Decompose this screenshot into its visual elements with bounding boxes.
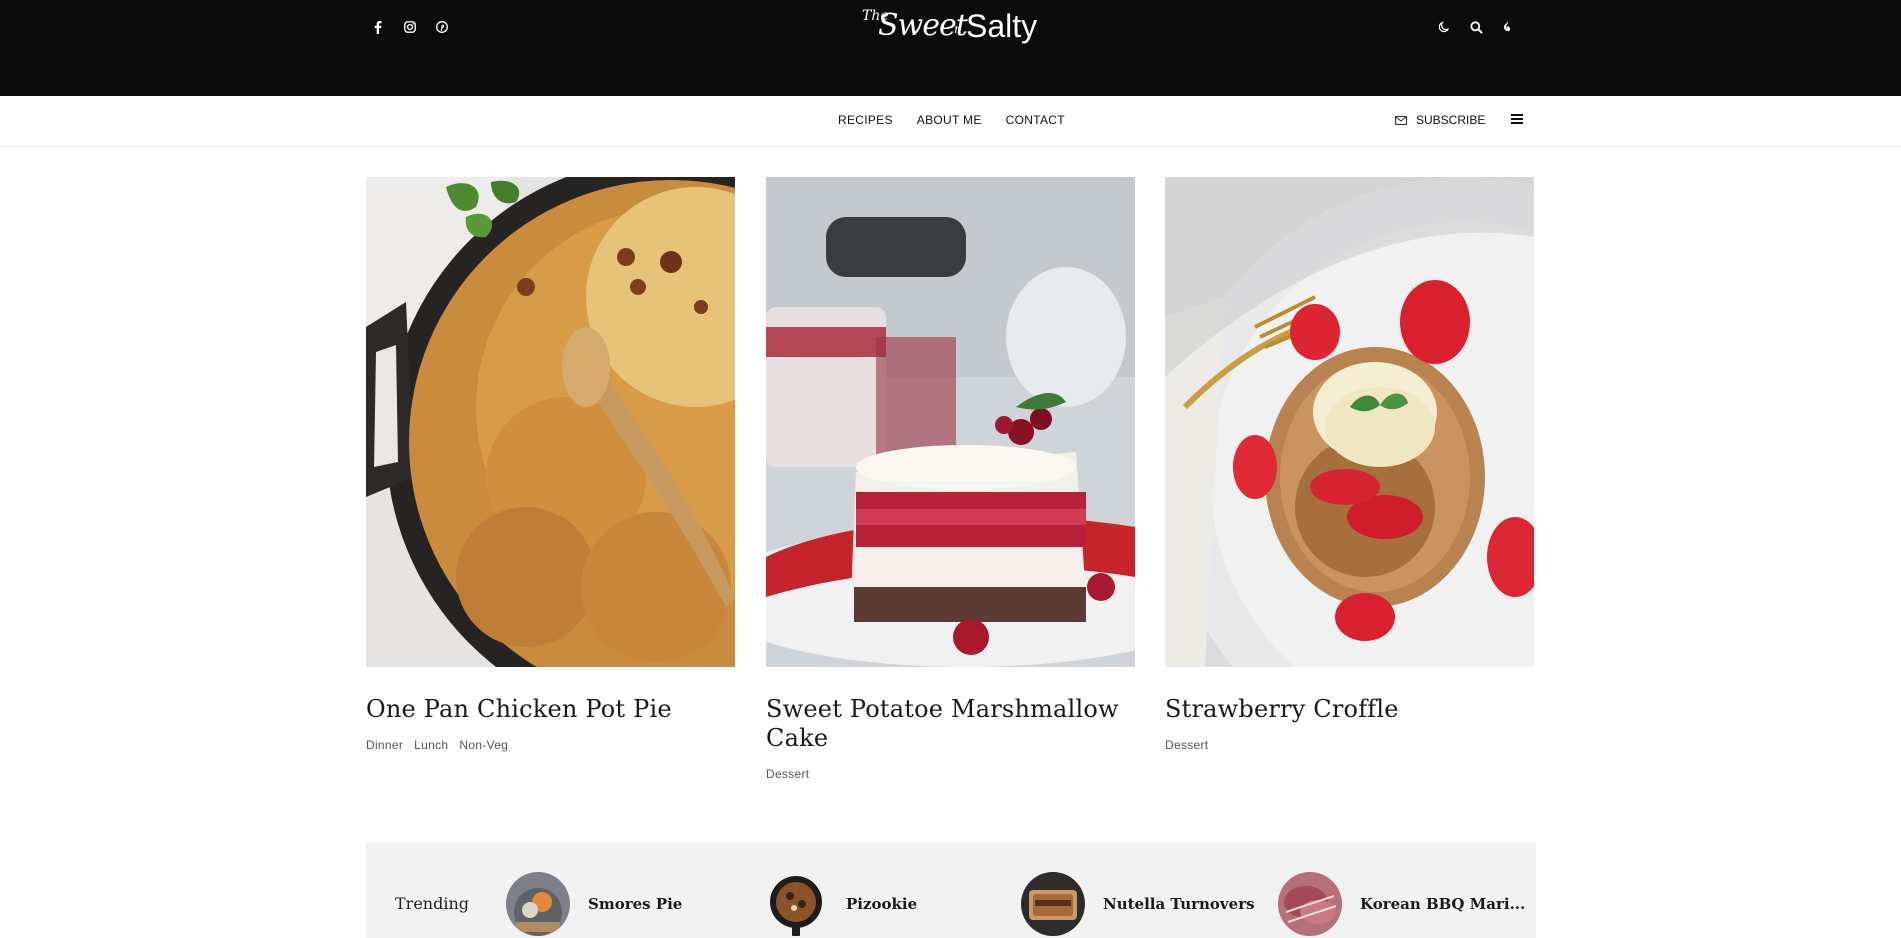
- post-title[interactable]: Sweet Potatoe Marshmallow Cake: [766, 695, 1126, 753]
- nav-menu: RECIPES ABOUT ME CONTACT: [838, 113, 1065, 127]
- post-tags: Dessert: [1165, 738, 1208, 752]
- trending-title: Korean BBQ Mari...: [1360, 895, 1526, 913]
- logo-salty: Salty: [966, 8, 1038, 44]
- post-image-marshmallow-cake[interactable]: [766, 177, 1135, 667]
- post-card: Strawberry Croffle Dessert: [1165, 177, 1534, 752]
- logo-n: n: [954, 22, 962, 36]
- trending-item[interactable]: Pizookie: [764, 872, 917, 936]
- post-card: Sweet Potatoe Marshmallow Cake Dessert: [766, 177, 1135, 781]
- trending-thumb: [1021, 872, 1085, 936]
- tag-lunch[interactable]: Lunch: [414, 738, 448, 752]
- main-nav: RECIPES ABOUT ME CONTACT SUBSCRIBE: [0, 96, 1901, 147]
- post-image-strawberry-croffle[interactable]: [1165, 177, 1534, 667]
- trending-bar: Trending Smores Pie Pizookie Nutella Tur…: [366, 842, 1536, 938]
- menu-icon[interactable]: [1511, 114, 1523, 124]
- trending-label: Trending: [395, 894, 469, 913]
- nav-item-about-me[interactable]: ABOUT ME: [917, 113, 982, 127]
- tag-dessert[interactable]: Dessert: [766, 767, 809, 781]
- post-title[interactable]: One Pan Chicken Pot Pie: [366, 695, 726, 724]
- post-card: One Pan Chicken Pot Pie Dinner Lunch Non…: [366, 177, 735, 752]
- tag-non-veg[interactable]: Non-Veg: [459, 738, 508, 752]
- post-image-chicken-pot-pie[interactable]: [366, 177, 735, 667]
- fire-icon[interactable]: [1500, 18, 1516, 36]
- site-logo[interactable]: The Sweet n Salty: [862, 4, 1042, 54]
- trending-thumb: [506, 872, 570, 936]
- trending-title: Nutella Turnovers: [1103, 895, 1255, 913]
- pinterest-icon[interactable]: [434, 18, 450, 36]
- trending-item[interactable]: Korean BBQ Mari...: [1278, 872, 1525, 936]
- post-tags: Dinner Lunch Non-Veg: [366, 738, 508, 752]
- subscribe-button[interactable]: SUBSCRIBE: [1395, 113, 1485, 127]
- instagram-icon[interactable]: [402, 18, 418, 36]
- social-links: [370, 18, 450, 36]
- trending-title: Pizookie: [846, 895, 918, 913]
- tag-dinner[interactable]: Dinner: [366, 738, 403, 752]
- trending-thumb: [1278, 872, 1342, 936]
- trending-item[interactable]: Nutella Turnovers: [1021, 872, 1255, 936]
- post-title[interactable]: Strawberry Croffle: [1165, 695, 1525, 724]
- search-icon[interactable]: [1468, 18, 1484, 36]
- nav-item-recipes[interactable]: RECIPES: [838, 113, 893, 127]
- top-header: The Sweet n Salty: [0, 0, 1901, 96]
- mail-icon: [1395, 115, 1407, 125]
- post-tags: Dessert: [766, 767, 809, 781]
- trending-thumb: [764, 872, 828, 936]
- nav-item-contact[interactable]: CONTACT: [1006, 113, 1065, 127]
- subscribe-label: SUBSCRIBE: [1416, 113, 1486, 127]
- header-tools: [1436, 18, 1516, 36]
- trending-item[interactable]: Smores Pie: [506, 872, 682, 936]
- trending-title: Smores Pie: [588, 895, 683, 913]
- dark-mode-icon[interactable]: [1436, 18, 1452, 36]
- tag-dessert[interactable]: Dessert: [1165, 738, 1208, 752]
- facebook-icon[interactable]: [370, 18, 386, 36]
